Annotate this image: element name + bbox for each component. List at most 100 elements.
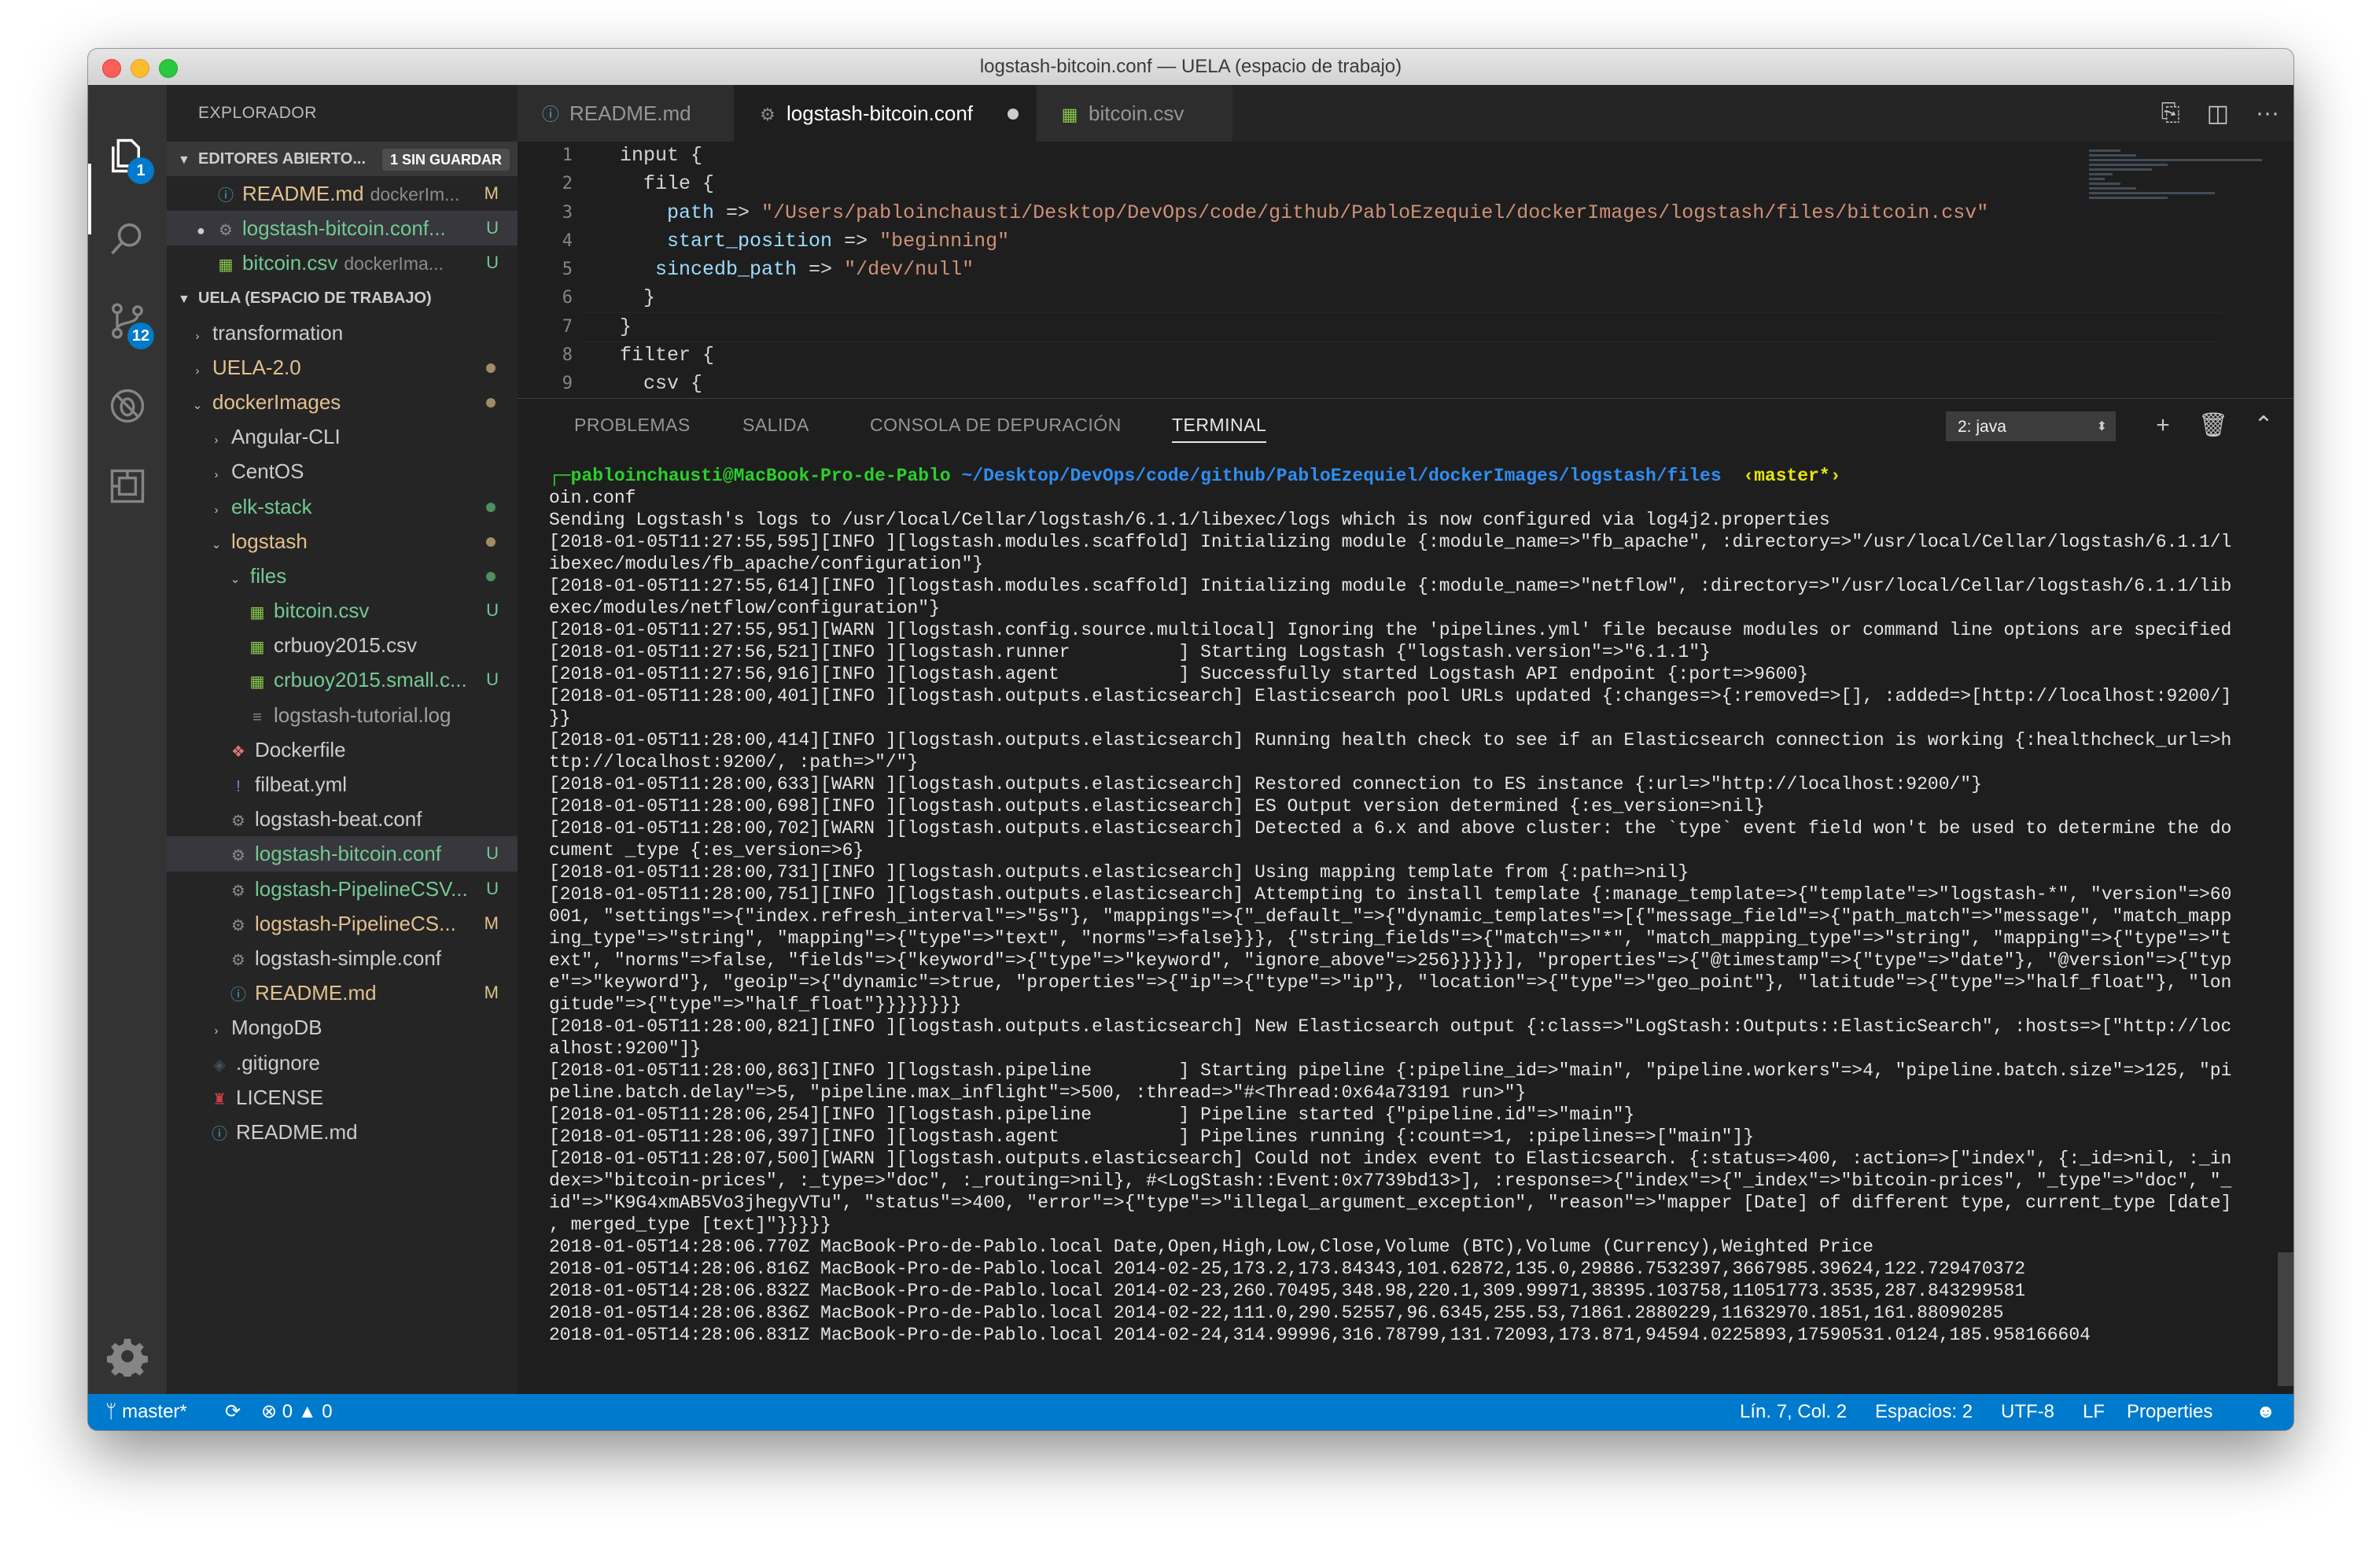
prompt-path: ~/Desktop/DevOps/code/github/PabloEzequi… [961,466,1722,486]
tree-item[interactable]: ⚙ logstash-beat.conf [167,802,518,836]
open-editors-header[interactable]: ▼ EDITORES ABIERTO... 1 SIN GUARDAR [167,142,518,176]
activity-bar: 1 12 [88,85,167,1394]
tree-item[interactable]: ♜ LICENSE [167,1080,518,1115]
tree-item[interactable]: ⚙ logstash-PipelineCS... M [167,906,518,941]
code-token: } [620,286,656,310]
terminal-line: cument _type {:es_version=>6} [549,840,864,861]
select-caret-icon: ⬍ [2096,420,2107,433]
editor-tab[interactable]: ⓘ README.md [518,85,735,142]
file-icon: ♜ [212,1090,227,1108]
tree-item[interactable]: › elk-stack [167,489,518,524]
error-count: 0 [282,1401,293,1422]
tree-item[interactable]: ! filbeat.yml [167,767,518,802]
split-editor-icon[interactable]: ◫ [2207,100,2229,127]
file-icon: ⚙ [231,813,245,831]
cursor-position[interactable]: Lín. 7, Col. 2 [1740,1394,1847,1430]
line-number: 3 [562,202,573,223]
indentation[interactable]: Espacios: 2 [1875,1394,1973,1430]
explorer-icon[interactable]: 1 [102,131,154,184]
tree-item[interactable]: ▦ bitcoin.csv U [167,593,518,628]
chevron-right-icon: › [195,363,200,378]
editor-tab[interactable]: ⚙ logstash-bitcoin.conf [735,85,1037,142]
debug-icon[interactable] [102,381,153,431]
tree-item[interactable]: ⌄ dockerImages [167,385,518,419]
new-terminal-icon[interactable]: + [2147,410,2179,441]
terminal-scrollbar[interactable] [2278,1252,2293,1386]
tree-item[interactable]: ⚙ logstash-simple.conf [167,941,518,975]
tree-item[interactable]: ▦ crbuoy2015.small.c... U [167,662,518,697]
tree-item[interactable]: ≡ logstash-tutorial.log [167,698,518,732]
tab-label: README.md [569,101,691,125]
tree-item[interactable]: ⚙ logstash-bitcoin.conf U [167,836,518,872]
file-folder-hint: dockerIm... [370,184,460,205]
tree-item-label: crbuoy2015.small.c... [274,668,467,692]
terminal-line: dex=>"bitcoin-prices", :_type=>"doc", :_… [549,1171,2232,1191]
open-changes-icon[interactable]: ⎘ [2161,100,2180,127]
tree-item[interactable]: ⚙ logstash-PipelineCSV... U [167,872,518,906]
tree-item[interactable]: ⌄ files [167,559,518,593]
tree-item[interactable]: › transformation [167,315,518,350]
code-line: input { [620,142,1988,170]
tree-item-label: UELA-2.0 [212,355,301,379]
panel-tab[interactable]: SALIDA [742,399,809,451]
code-token: "beginning" [879,229,1010,253]
code-lines[interactable]: input { file { path => "/Users/pabloinch… [620,142,1988,398]
tree-item[interactable]: ⓘ README.md [167,1115,518,1149]
trash-icon[interactable]: 🗑 [2198,410,2229,441]
panel-tab[interactable]: TERMINAL [1172,399,1267,451]
prompt-user: ┌─pabloinchausti@MacBook-Pro-de-Pablo [549,466,951,486]
editor-tab[interactable]: ▦ bitcoin.csv [1037,85,1233,142]
panel-tab[interactable]: PROBLEMAS [574,399,691,451]
tree-item[interactable]: › UELA-2.0 [167,350,518,385]
tree-item[interactable]: ▦ crbuoy2015.csv [167,628,518,662]
end-of-line[interactable]: LF [2083,1394,2105,1430]
sync-icon[interactable]: ⟳ [225,1394,241,1430]
feedback-smiley-icon[interactable]: ☻ [2256,1394,2275,1430]
tree-item-label: dockerImages [212,389,341,414]
window-title: logstash-bitcoin.conf — UELA (espacio de… [979,56,1402,77]
active-indicator [88,164,91,234]
git-status: U [486,843,499,864]
language-mode[interactable]: Properties [2127,1394,2212,1430]
workspace-header[interactable]: ▼ UELA (ESPACIO DE TRABAJO) [167,280,518,315]
chevron-right-icon: › [214,1024,219,1038]
open-editor-item[interactable]: ⓘ README.md dockerIm... M [167,176,518,211]
terminal-line: id"=>"K9G4xmAB5Vo3jhegyVTu", "status"=>4… [549,1193,2232,1213]
tree-item[interactable]: › Angular-CLI [167,419,518,454]
search-icon[interactable] [102,214,153,264]
terminal-output[interactable]: ┌─pabloinchausti@MacBook-Pro-de-Pablo ~/… [549,465,2279,1377]
gear-icon[interactable] [102,1331,153,1381]
maximize-panel-icon[interactable]: ⌃ [2248,410,2279,441]
tree-item[interactable]: ❖ Dockerfile [167,732,518,767]
minimap[interactable] [2089,149,2270,228]
encoding[interactable]: UTF-8 [2001,1394,2054,1430]
tree-item[interactable]: ⓘ README.md M [167,975,518,1010]
terminal-line: [2018-01-05T11:28:07,500][WARN ][logstas… [549,1149,2232,1169]
problems-indicator[interactable]: ⊗ 0 ▲ 0 [261,1394,333,1430]
tree-item-label: logstash-simple.conf [255,946,441,970]
open-editor-item[interactable]: ▦ bitcoin.csv dockerIma... U [167,245,518,280]
open-editor-item[interactable]: ● ⚙ logstash-bitcoin.conf... U [167,211,518,246]
terminal-line: [2018-01-05T11:28:00,731][INFO ][logstas… [549,862,1689,883]
tree-item[interactable]: ◈ .gitignore [167,1045,518,1080]
tree-item[interactable]: › CentOS [167,454,518,489]
tab-label: bitcoin.csv [1089,101,1184,125]
tree-item-label: logstash-tutorial.log [274,702,451,727]
branch-indicator[interactable]: ᛘ master* [105,1394,187,1430]
source-control-icon[interactable]: 12 [102,296,154,349]
extensions-icon[interactable] [102,461,153,511]
terminal-line: [2018-01-05T11:28:06,397][INFO ][logstas… [549,1126,1755,1147]
unsaved-dot-icon[interactable] [1008,109,1019,120]
more-actions-icon[interactable]: ··· [2256,100,2279,127]
terminal-select[interactable]: 2: java ⬍ [1946,411,2116,441]
git-status: U [486,253,499,273]
panel-tab[interactable]: CONSOLA DE DEPURACIÓN [870,399,1122,451]
tree-item[interactable]: ⌄ logstash [167,524,518,559]
code-token: input [620,144,691,167]
code-editor[interactable]: 1 2 3 4 5 6 7 8 9 input { file { path => "/Users… [518,142,2293,398]
tree-item-label: filbeat.yml [255,772,348,796]
file-icon: ⓘ [541,105,559,124]
bottom-panel: PROBLEMAS SALIDA CONSOLA DE DEPURACIÓN TERM… [518,398,2293,1395]
tree-item[interactable]: › MongoDB [167,1010,518,1045]
